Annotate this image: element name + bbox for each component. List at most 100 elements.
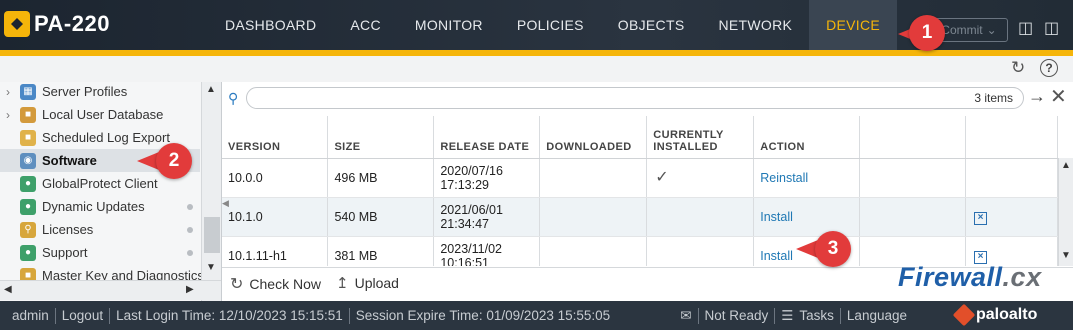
sidebar-vertical-scrollbar[interactable]: ▲ ▼ <box>201 82 221 302</box>
cell-delete <box>965 158 1058 198</box>
chevron-right-icon[interactable]: › <box>6 108 20 122</box>
watermark-suffix: .cx <box>1002 262 1042 292</box>
logout-link[interactable]: Logout <box>56 308 109 323</box>
scrollbar-thumb[interactable] <box>204 217 220 253</box>
paloalto-mark-icon <box>952 303 976 327</box>
column-header-downloaded[interactable]: DOWNLOADED <box>539 116 648 159</box>
tasks-link[interactable]: Tasks <box>799 308 840 323</box>
column-header-release-date[interactable]: RELEASE DATE <box>433 116 541 159</box>
table-header-row: VERSION SIZE RELEASE DATE DOWNLOADED CUR… <box>222 116 1058 159</box>
watermark-text: Firewall <box>898 262 1003 292</box>
cell-downloaded <box>539 236 648 266</box>
app-title: PA-220 <box>34 11 110 36</box>
status-bar: admin Logout Last Login Time: 12/10/2023… <box>0 301 1073 330</box>
tasks-icon[interactable]: ☰ <box>775 308 799 324</box>
mail-icon[interactable]: ✉ <box>674 308 697 324</box>
language-link[interactable]: Language <box>841 308 913 323</box>
nav-network[interactable]: NETWORK <box>701 0 809 50</box>
table-row[interactable]: 10.0.0 496 MB 2020/07/16 17:13:29 ✓ Reins… <box>222 158 1058 198</box>
column-header-delete <box>965 116 1058 159</box>
scroll-down-icon[interactable]: ▼ <box>1061 250 1071 261</box>
item-count: 3 items <box>974 91 1013 105</box>
current-user: admin <box>12 308 49 323</box>
cell-downloaded <box>539 197 648 237</box>
apply-filter-icon[interactable]: → <box>1028 86 1046 107</box>
cell-version: 10.1.0 <box>222 197 329 237</box>
release-time: 21:34:47 <box>440 216 490 231</box>
device-sidebar: › ▦ Server Profiles › ■ Local User Datab… <box>0 82 222 302</box>
search-input[interactable]: 3 items <box>246 87 1024 109</box>
cell-release-date: 2023/11/02 10:16:51 <box>433 236 541 266</box>
key-icon: ⚲ <box>20 221 36 238</box>
software-table: VERSION SIZE RELEASE DATE DOWNLOADED CUR… <box>222 116 1058 266</box>
chevron-right-icon[interactable]: › <box>6 85 20 99</box>
cell-size: 540 MB <box>327 197 435 237</box>
help-icon[interactable]: ? <box>1040 59 1058 77</box>
paloalto-logo: paloalto <box>952 303 1037 327</box>
save-config-icon[interactable]: ◫ <box>1044 18 1059 38</box>
cell-blank <box>859 197 967 237</box>
cell-action: Install <box>753 197 861 237</box>
reinstall-link[interactable]: Reinstall <box>760 171 808 185</box>
sidebar-item-label: Scheduled Log Export <box>42 130 170 145</box>
column-header-currently-installed[interactable]: CURRENTLY INSTALLED <box>646 116 755 159</box>
install-link[interactable]: Install <box>760 249 793 263</box>
upload-button[interactable]: ↥ Upload <box>336 274 399 292</box>
nav-monitor[interactable]: MONITOR <box>398 0 500 50</box>
check-now-button[interactable]: ↻ Check Now <box>230 274 321 294</box>
install-link[interactable]: Install <box>760 210 793 224</box>
sidebar-horizontal-scrollbar[interactable]: ◀ ▶ <box>0 280 221 300</box>
log-export-icon: ■ <box>20 129 36 146</box>
nav-objects[interactable]: OBJECTS <box>601 0 702 50</box>
scroll-up-icon[interactable]: ▲ <box>1061 160 1071 171</box>
upload-label: Upload <box>354 275 399 291</box>
column-header-action[interactable]: ACTION <box>753 116 861 159</box>
clear-filter-icon[interactable]: ✕ <box>1050 84 1067 109</box>
collapse-sidebar-icon[interactable]: ◀ <box>222 198 229 209</box>
nav-acc[interactable]: ACC <box>333 0 397 50</box>
cell-release-date: 2021/06/01 21:34:47 <box>433 197 541 237</box>
column-header-size[interactable]: SIZE <box>327 116 435 159</box>
cell-downloaded <box>539 158 648 198</box>
delete-box-icon[interactable]: × <box>974 211 988 225</box>
table-row[interactable]: 10.1.0 540 MB 2021/06/01 21:34:47 Install… <box>222 197 1058 237</box>
last-login-time: Last Login Time: 12/10/2023 15:15:51 <box>116 308 343 323</box>
refresh-icon[interactable]: ↻ <box>1011 58 1025 78</box>
sidebar-item-label: Licenses <box>42 222 94 237</box>
column-header-blank <box>859 116 967 159</box>
cell-size: 381 MB <box>327 236 435 266</box>
sidebar-item-licenses[interactable]: ⚲ Licenses <box>0 218 200 241</box>
sidebar-item-label: Server Profiles <box>42 84 128 99</box>
callout-1: 1 <box>909 15 945 51</box>
table-vertical-scrollbar[interactable]: ▲ ▼ <box>1058 158 1073 266</box>
sidebar-item-label: Local User Database <box>42 107 164 122</box>
column-header-version[interactable]: VERSION <box>222 116 329 159</box>
sidebar-item-label: Software <box>42 153 97 168</box>
sidebar-item-label: Support <box>42 245 88 260</box>
status-dot <box>187 203 193 210</box>
nav-device[interactable]: DEVICE <box>809 0 898 50</box>
software-icon: ◉ <box>20 152 36 169</box>
sidebar-item-support[interactable]: ● Support <box>0 241 200 264</box>
scroll-up-icon[interactable]: ▲ <box>206 84 216 95</box>
nav-dashboard[interactable]: DASHBOARD <box>208 0 333 50</box>
refresh-icon: ↻ <box>230 276 244 293</box>
not-ready-status[interactable]: Not Ready <box>699 308 775 323</box>
user-database-icon: ■ <box>20 106 36 123</box>
cell-blank <box>859 158 967 198</box>
nav-policies[interactable]: POLICIES <box>500 0 601 50</box>
main-nav: DASHBOARD ACC MONITOR POLICIES OBJECTS N… <box>208 0 898 50</box>
scroll-right-icon[interactable]: ▶ <box>186 284 194 295</box>
status-dot <box>187 226 193 233</box>
lock-config-icon[interactable]: ◫ <box>1018 18 1033 38</box>
app-logo: PA-220 <box>4 10 110 38</box>
sidebar-item-dynamic-updates[interactable]: ● Dynamic Updates <box>0 195 200 218</box>
cell-installed <box>646 197 755 237</box>
search-icon: ⚲ <box>228 90 239 106</box>
scroll-left-icon[interactable]: ◀ <box>4 284 12 295</box>
upload-icon: ↥ <box>336 275 349 292</box>
sidebar-item-server-profiles[interactable]: › ▦ Server Profiles <box>0 82 200 103</box>
sidebar-item-local-user-database[interactable]: › ■ Local User Database <box>0 103 200 126</box>
pa-logo-icon <box>4 11 30 37</box>
scroll-down-icon[interactable]: ▼ <box>206 262 216 273</box>
